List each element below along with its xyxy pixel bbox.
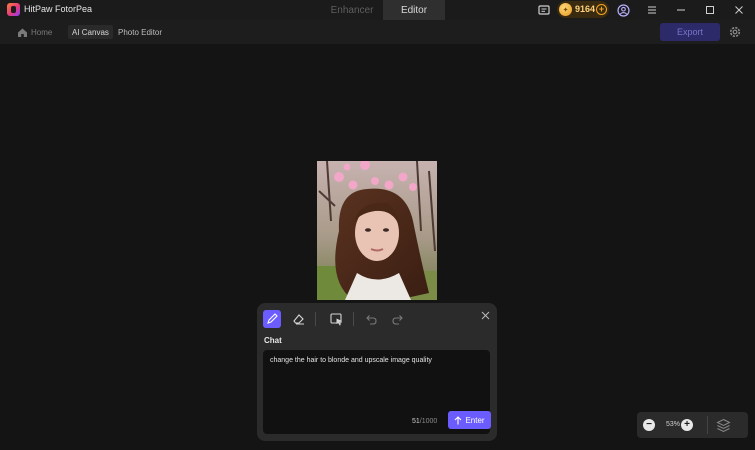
export-button[interactable]: Export (660, 23, 720, 41)
enter-button-label: Enter (465, 415, 485, 425)
add-credits-icon[interactable]: + (596, 4, 607, 15)
home-icon[interactable] (15, 25, 29, 39)
minimize-icon[interactable] (674, 3, 688, 17)
tab-enhancer[interactable]: Enhancer (321, 0, 383, 20)
maximize-icon[interactable] (703, 3, 717, 17)
toolbar-divider (353, 312, 354, 326)
app-logo-icon (7, 3, 20, 16)
top-toolbar: Home AI Canvas Photo Editor Export (0, 20, 755, 44)
undo-icon (366, 314, 377, 325)
settings-gear-icon[interactable] (727, 24, 743, 40)
zoom-in-icon[interactable]: + (681, 419, 693, 431)
account-icon[interactable] (616, 3, 630, 17)
select-tool-button[interactable] (327, 310, 345, 328)
brush-icon (267, 313, 278, 324)
character-counter: 51/1000 (412, 418, 437, 425)
mode-tabs: Enhancer Editor (321, 0, 445, 20)
coin-icon: ✦ (559, 3, 572, 16)
title-bar: HitPaw FotorPea Enhancer Editor ✦ 9164 + (0, 0, 755, 20)
zoom-divider (707, 416, 708, 434)
zoom-out-icon[interactable]: − (643, 419, 655, 431)
tab-editor[interactable]: Editor (383, 0, 445, 20)
zoom-control: − 53% + (637, 412, 748, 438)
close-icon[interactable] (732, 3, 746, 17)
eraser-tool-button[interactable] (289, 310, 307, 328)
chat-label: Chat (264, 336, 282, 345)
canvas-image[interactable] (317, 161, 437, 300)
home-link[interactable]: Home (31, 25, 52, 39)
character-count-max: /1000 (419, 418, 438, 425)
layers-icon[interactable] (715, 417, 731, 433)
brush-tool-button[interactable] (263, 310, 281, 328)
chat-panel: Chat change the hair to blonde and upsca… (257, 303, 497, 441)
character-count-current: 51 (412, 418, 420, 425)
notes-icon[interactable] (537, 3, 551, 17)
credits-badge[interactable]: ✦ 9164 + (557, 1, 609, 18)
enter-button[interactable]: Enter (448, 411, 491, 429)
nav-photo-editor[interactable]: Photo Editor (118, 25, 162, 39)
eraser-icon (292, 314, 304, 325)
select-icon (329, 312, 342, 325)
menu-icon[interactable] (645, 3, 659, 17)
credit-count: 9164 (575, 4, 596, 14)
undo-button[interactable] (362, 310, 380, 328)
close-chat-icon[interactable] (479, 309, 491, 321)
chat-input-text[interactable]: change the hair to blonde and upscale im… (270, 357, 432, 364)
arrow-up-icon (455, 415, 462, 424)
app-title: HitPaw FotorPea (24, 4, 93, 14)
redo-icon (392, 314, 403, 325)
redo-button[interactable] (389, 310, 407, 328)
chat-input[interactable]: change the hair to blonde and upscale im… (263, 350, 491, 434)
nav-ai-canvas[interactable]: AI Canvas (68, 25, 113, 39)
toolbar-divider (315, 312, 316, 326)
